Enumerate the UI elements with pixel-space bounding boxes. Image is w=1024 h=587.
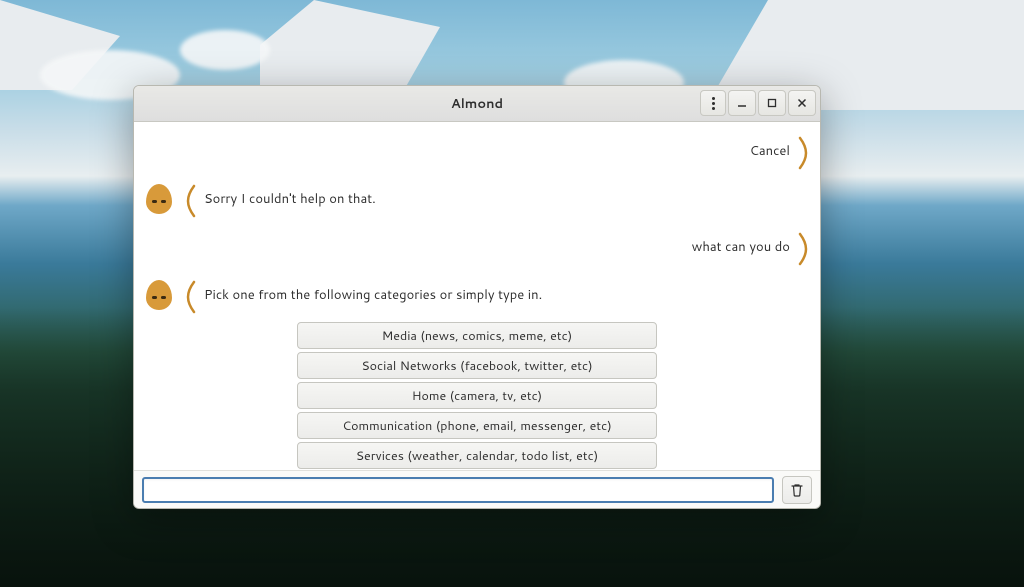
category-button-media[interactable]: Media (news, comics, meme, etc) [297, 322, 657, 349]
user-message-text: what can you do [692, 232, 790, 257]
speech-bracket-icon [186, 184, 196, 218]
close-button[interactable] [788, 90, 816, 116]
bot-message-text: Sorry I couldn't help on that. [204, 184, 376, 209]
chat-row-user: what can you do [146, 232, 808, 266]
clear-conversation-button[interactable] [782, 476, 812, 504]
category-label: Home (camera, tv, etc) [412, 387, 542, 405]
window-controls [700, 90, 816, 116]
chat-area: Cancel Sorry I couldn't help on that. wh… [134, 122, 820, 470]
bot-message-text: Pick one from the following categories o… [204, 280, 542, 305]
speech-bracket-icon [186, 280, 196, 314]
trash-icon [790, 483, 804, 497]
user-message-text: Cancel [750, 136, 790, 161]
category-label: Social Networks (facebook, twitter, etc) [361, 357, 592, 375]
message-input[interactable] [142, 477, 774, 503]
input-bar [134, 470, 820, 508]
chat-row-bot: Pick one from the following categories o… [146, 280, 808, 314]
category-button-services[interactable]: Services (weather, calendar, todo list, … [297, 442, 657, 469]
minimize-button[interactable] [728, 90, 756, 116]
speech-bracket-icon [798, 232, 808, 266]
category-label: Communication (phone, email, messenger, … [342, 417, 611, 435]
category-button-home[interactable]: Home (camera, tv, etc) [297, 382, 657, 409]
category-label: Services (weather, calendar, todo list, … [356, 447, 599, 465]
titlebar: Almond [134, 86, 820, 122]
chat-row-user: Cancel [146, 136, 808, 170]
category-button-social[interactable]: Social Networks (facebook, twitter, etc) [297, 352, 657, 379]
app-window: Almond Cancel [133, 85, 821, 509]
category-list: Media (news, comics, meme, etc) Social N… [297, 322, 657, 470]
speech-bracket-icon [798, 136, 808, 170]
category-button-communication[interactable]: Communication (phone, email, messenger, … [297, 412, 657, 439]
almond-avatar-icon [146, 184, 176, 214]
category-label: Media (news, comics, meme, etc) [382, 327, 573, 345]
hamburger-menu-button[interactable] [700, 90, 726, 116]
chat-row-bot: Sorry I couldn't help on that. [146, 184, 808, 218]
almond-avatar-icon [146, 280, 176, 310]
maximize-button[interactable] [758, 90, 786, 116]
